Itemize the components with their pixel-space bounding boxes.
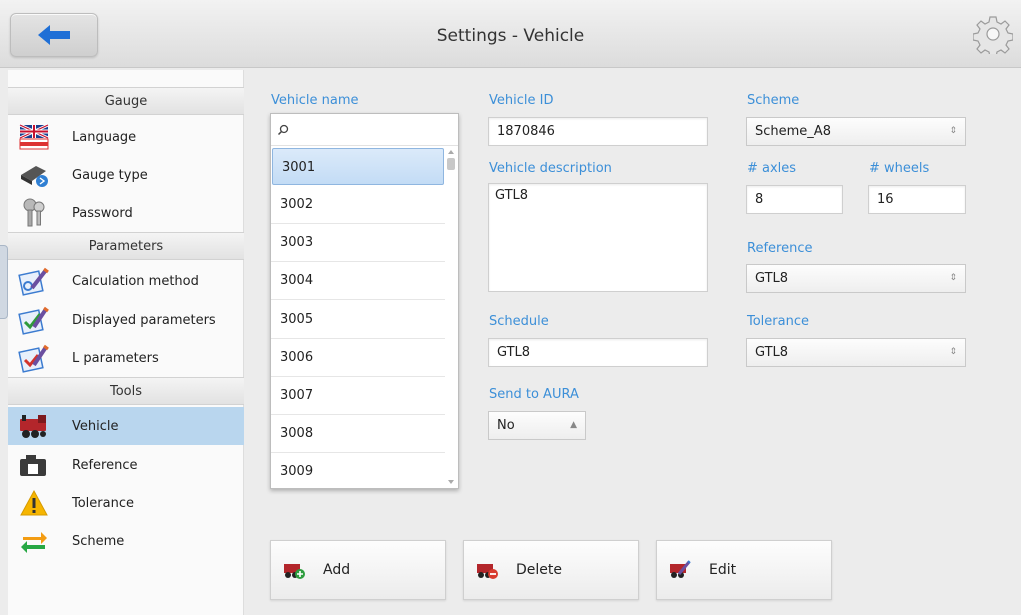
- vehicle-search-input[interactable]: [271, 114, 458, 146]
- sidebar-collapse-handle[interactable]: [0, 245, 8, 319]
- section-tools: Tools: [8, 377, 244, 405]
- sidebar: Gauge Language Gauge type Password Param…: [8, 70, 244, 615]
- train-edit-icon: [670, 560, 691, 578]
- scheme-value: Scheme_A8: [755, 124, 831, 139]
- sidebar-item-l-parameters[interactable]: L parameters: [8, 339, 244, 377]
- train-icon: [16, 411, 52, 441]
- sidebar-item-password[interactable]: Password: [8, 194, 244, 232]
- scroll-up-icon: [448, 150, 454, 154]
- edit-vehicle-button[interactable]: Edit: [656, 540, 832, 600]
- keys-icon: [16, 198, 52, 228]
- vehicle-list-item[interactable]: 3003: [271, 224, 445, 262]
- tolerance-value: GTL8: [755, 345, 789, 360]
- vehicle-list-scrollbar[interactable]: [445, 146, 457, 488]
- vehicle-list-item[interactable]: 3005: [271, 301, 445, 339]
- vehicle-list-item[interactable]: 3007: [271, 377, 445, 415]
- updown-arrows-icon: ⇕: [949, 347, 957, 357]
- sidebar-item-scheme[interactable]: Scheme: [8, 522, 244, 560]
- scheme-label: Scheme: [747, 93, 800, 108]
- sidebar-item-gauge-type[interactable]: Gauge type: [8, 156, 244, 194]
- scroll-thumb[interactable]: [447, 158, 455, 170]
- sidebar-item-label: L parameters: [72, 350, 159, 366]
- sidebar-item-vehicle[interactable]: Vehicle: [8, 407, 244, 445]
- wheels-label: # wheels: [869, 161, 930, 176]
- vehicle-id-label: Vehicle ID: [489, 93, 554, 108]
- vehicle-list-item[interactable]: 3002: [271, 186, 445, 224]
- updown-arrows-icon: ⇕: [949, 273, 957, 283]
- sidebar-item-label: Vehicle: [72, 418, 119, 434]
- sidebar-item-label: Displayed parameters: [72, 312, 216, 328]
- send-to-aura-select[interactable]: No ▲: [488, 411, 586, 440]
- uk-flag-icon: [16, 122, 52, 152]
- edit-button-label: Edit: [709, 562, 737, 578]
- section-parameters: Parameters: [8, 232, 244, 260]
- tolerance-select[interactable]: GTL8 ⇕: [746, 338, 966, 367]
- swap-arrows-icon: [16, 526, 52, 556]
- section-gauge: Gauge: [8, 87, 244, 115]
- clipboard-edit-icon: [16, 343, 52, 373]
- vehicle-list-item[interactable]: 3008: [271, 415, 445, 453]
- vehicle-description-field[interactable]: GTL8: [488, 183, 708, 292]
- vehicle-list-item[interactable]: 3006: [271, 339, 445, 377]
- sidebar-item-calculation-method[interactable]: Calculation method: [8, 262, 244, 300]
- checklist-icon: [16, 305, 52, 335]
- search-icon: [277, 124, 289, 136]
- settings-button[interactable]: [972, 14, 1014, 58]
- sidebar-item-label: Language: [72, 129, 137, 145]
- vehicle-description-label: Vehicle description: [489, 161, 612, 176]
- reference-select[interactable]: GTL8 ⇕: [746, 264, 966, 293]
- header-bar: Settings - Vehicle: [0, 0, 1021, 68]
- send-to-aura-label: Send to AURA: [489, 387, 579, 402]
- vehicle-list-item[interactable]: 3009: [271, 453, 445, 488]
- delete-button-label: Delete: [516, 562, 562, 578]
- warning-icon: [16, 488, 52, 518]
- delete-vehicle-button[interactable]: Delete: [463, 540, 639, 600]
- train-add-icon: [284, 564, 305, 579]
- send-to-aura-value: No: [497, 418, 515, 433]
- updown-arrows-icon: ▲: [570, 420, 577, 430]
- schedule-label: Schedule: [489, 314, 549, 329]
- sidebar-item-label: Password: [72, 205, 133, 221]
- reference-label: Reference: [747, 241, 813, 256]
- sidebar-item-label: Reference: [72, 457, 138, 473]
- axles-label: # axles: [747, 161, 797, 176]
- reference-value: GTL8: [755, 271, 789, 286]
- schedule-field[interactable]: GTL8: [488, 338, 708, 367]
- train-delete-icon: [477, 564, 498, 579]
- calculation-icon: [16, 266, 52, 296]
- sidebar-item-language[interactable]: Language: [8, 118, 244, 156]
- sidebar-item-label: Tolerance: [72, 495, 134, 511]
- axles-field[interactable]: 8: [746, 185, 843, 214]
- scheme-select[interactable]: Scheme_A8 ⇕: [746, 117, 966, 146]
- sidebar-item-label: Scheme: [72, 533, 125, 549]
- page-title: Settings - Vehicle: [436, 26, 585, 46]
- sidebar-item-reference[interactable]: Reference: [8, 446, 244, 484]
- vehicle-list-item[interactable]: 3004: [271, 262, 445, 300]
- gauge-device-icon: [16, 160, 52, 190]
- gear-icon: [972, 16, 1014, 58]
- camera-icon: [16, 450, 52, 480]
- wheels-field[interactable]: 16: [868, 185, 966, 214]
- sidebar-item-displayed-parameters[interactable]: Displayed parameters: [8, 301, 244, 339]
- vehicle-list-item[interactable]: 3001: [272, 148, 444, 185]
- sidebar-item-label: Calculation method: [72, 273, 199, 289]
- add-vehicle-button[interactable]: Add: [270, 540, 446, 600]
- add-button-label: Add: [323, 562, 351, 578]
- sidebar-item-label: Gauge type: [72, 167, 148, 183]
- scroll-down-icon: [448, 480, 454, 484]
- vehicle-id-field[interactable]: 1870846: [488, 117, 708, 146]
- tolerance-label: Tolerance: [747, 314, 809, 329]
- vehicle-list: 3001 3002 3003 3004 3005 3006 3007 3008 …: [270, 113, 459, 489]
- updown-arrows-icon: ⇕: [949, 126, 957, 136]
- vehicle-name-label: Vehicle name: [271, 93, 359, 108]
- sidebar-item-tolerance[interactable]: Tolerance: [8, 484, 244, 522]
